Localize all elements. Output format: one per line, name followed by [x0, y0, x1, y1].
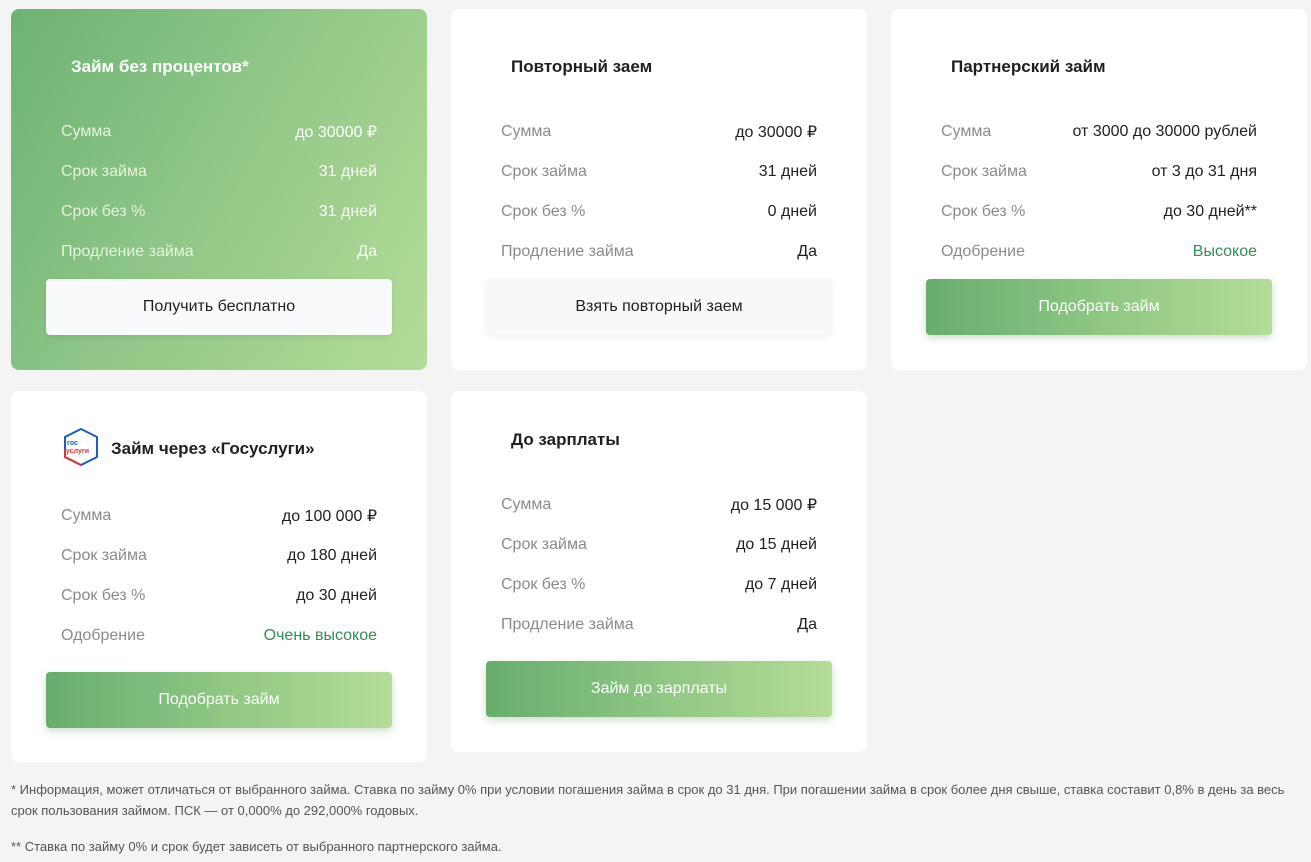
approval-value: Очень высокое [263, 627, 377, 644]
detail-label: Срок без % [501, 576, 586, 593]
detail-value: Да [357, 243, 377, 260]
detail-label: Срок займа [61, 163, 147, 180]
detail-label: Срок без % [61, 587, 146, 604]
loan-card-repeat: Повторный заем Сумма до 30000 ₽ Срок зай… [451, 9, 867, 370]
footnote-interest-free: * Информация, может отличаться от выбран… [11, 782, 1285, 818]
detail-value: Да [797, 243, 817, 260]
card-title: Займ через «Госуслуги» [111, 439, 315, 458]
detail-row-interest-free-term: Срок без % до 30 дней** [941, 192, 1257, 232]
detail-value: 31 дней [758, 163, 817, 180]
detail-row-interest-free-term: Срок без % 0 дней [501, 192, 817, 232]
detail-row-extension: Продление займа Да [501, 605, 817, 645]
detail-label: Сумма [501, 496, 552, 513]
detail-label: Срок займа [941, 163, 1027, 180]
detail-row-amount: Сумма до 15 000 ₽ [501, 485, 817, 525]
loan-card-partner: Партнерский займ Сумма от 3000 до 30000 … [891, 9, 1307, 370]
detail-label: Срок займа [501, 163, 587, 180]
detail-row-amount: Сумма до 30000 ₽ [501, 112, 817, 152]
card-title: Повторный заем [511, 57, 653, 76]
detail-row-extension: Продление займа Да [501, 232, 817, 272]
detail-label: Сумма [941, 123, 992, 140]
detail-value: до 30000 ₽ [735, 124, 817, 141]
footnote-partner: ** Ставка по займу 0% и срок будет завис… [11, 839, 502, 854]
detail-row-term: Срок займа 31 дней [501, 152, 817, 192]
detail-value: Да [797, 616, 817, 633]
detail-row-amount: Сумма до 30000 ₽ [61, 112, 377, 152]
detail-value: 31 дней [318, 163, 377, 180]
detail-label: Продление займа [501, 243, 634, 260]
detail-label: Срок займа [501, 536, 587, 553]
detail-label: Одобрение [61, 627, 145, 644]
card-details: Сумма от 3000 до 30000 рублей Срок займа… [941, 112, 1257, 272]
choose-loan-button[interactable]: Подобрать займ [46, 672, 392, 728]
loan-card-gosuslugi: гос услуги Займ через «Госуслуги» Сумма … [11, 391, 427, 762]
detail-value: 31 дней [318, 203, 377, 220]
detail-row-interest-free-term: Срок без % до 7 дней [501, 565, 817, 605]
detail-row-term: Срок займа от 3 до 31 дня [941, 152, 1257, 192]
detail-row-term: Срок займа 31 дней [61, 152, 377, 192]
detail-label: Срок займа [61, 547, 147, 564]
detail-row-approval: Одобрение Очень высокое [61, 616, 377, 656]
detail-value: до 15 000 ₽ [730, 497, 817, 514]
detail-label: Одобрение [941, 243, 1025, 260]
detail-label: Срок без % [501, 203, 586, 220]
detail-value: до 180 дней [287, 547, 377, 564]
detail-value: от 3000 до 30000 рублей [1072, 123, 1258, 140]
detail-row-interest-free-term: Срок без % 31 дней [61, 192, 377, 232]
detail-row-term: Срок займа до 15 дней [501, 525, 817, 565]
detail-label: Сумма [61, 123, 112, 140]
detail-label: Срок без % [941, 203, 1026, 220]
detail-row-approval: Одобрение Высокое [941, 232, 1257, 272]
detail-label: Срок без % [61, 203, 146, 220]
gosuslugi-logo-icon: гос услуги [64, 427, 98, 467]
svg-text:услуги: услуги [66, 448, 89, 455]
svg-text:гос: гос [67, 440, 78, 447]
detail-value: 0 дней [767, 203, 817, 220]
card-details: Сумма до 30000 ₽ Срок займа 31 дней Срок… [61, 112, 377, 272]
detail-value: от 3 до 31 дня [1151, 163, 1257, 180]
detail-value: до 7 дней [744, 576, 817, 593]
card-details: Сумма до 30000 ₽ Срок займа 31 дней Срок… [501, 112, 817, 272]
repeat-loan-button[interactable]: Взять повторный заем [486, 279, 832, 335]
card-details: Сумма до 100 000 ₽ Срок займа до 180 дне… [61, 496, 377, 656]
detail-value: до 30 дней** [1163, 203, 1257, 220]
detail-value: до 15 дней [736, 536, 817, 553]
card-title: До зарплаты [511, 430, 620, 449]
detail-value: до 100 000 ₽ [281, 508, 377, 525]
loan-card-interest-free: Займ без процентов* Сумма до 30000 ₽ Сро… [11, 9, 427, 370]
get-free-button[interactable]: Получить бесплатно [46, 279, 392, 335]
detail-value: до 30 дней [296, 587, 377, 604]
card-details: Сумма до 15 000 ₽ Срок займа до 15 дней … [501, 485, 817, 645]
detail-label: Сумма [61, 507, 112, 524]
detail-label: Продление займа [501, 616, 634, 633]
card-title: Займ без процентов* [71, 57, 249, 76]
detail-row-interest-free-term: Срок без % до 30 дней [61, 576, 377, 616]
detail-row-term: Срок займа до 180 дней [61, 536, 377, 576]
card-title: Партнерский займ [951, 57, 1106, 76]
detail-row-amount: Сумма от 3000 до 30000 рублей [941, 112, 1257, 152]
approval-value: Высокое [1192, 243, 1257, 260]
detail-label: Продление займа [61, 243, 194, 260]
detail-row-amount: Сумма до 100 000 ₽ [61, 496, 377, 536]
choose-loan-button[interactable]: Подобрать займ [926, 279, 1272, 335]
detail-label: Сумма [501, 123, 552, 140]
payday-loan-button[interactable]: Займ до зарплаты [486, 661, 832, 717]
loan-card-payday: До зарплаты Сумма до 15 000 ₽ Срок займа… [451, 391, 867, 752]
detail-row-extension: Продление займа Да [61, 232, 377, 272]
detail-value: до 30000 ₽ [295, 124, 377, 141]
